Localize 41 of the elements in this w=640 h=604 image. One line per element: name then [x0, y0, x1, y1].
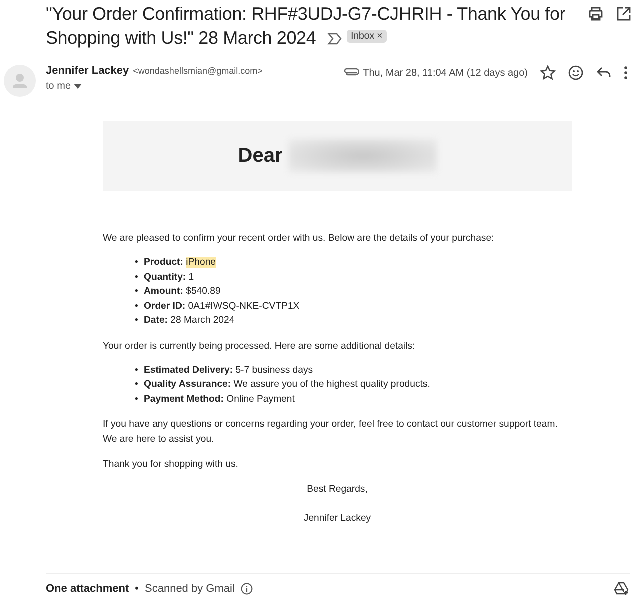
greeting-text: Dear — [238, 144, 283, 168]
inbox-label[interactable]: Inbox × — [346, 30, 387, 44]
scan-notice: Scanned by Gmail — [145, 583, 235, 595]
open-in-new-window-icon[interactable] — [616, 6, 632, 22]
separator-dot: • — [135, 583, 139, 595]
order-detail-item: Quantity: 1 — [144, 272, 194, 283]
info-icon[interactable] — [240, 583, 253, 595]
bullet-marker: • — [135, 300, 140, 314]
recipient-dropdown[interactable]: to me — [46, 81, 263, 92]
additional-detail-item: Quality Assurance: We assure you of the highest quality products. — [144, 379, 430, 390]
intro-text: We are pleased to confirm your recent order with us. Below are the details of your purchase: — [103, 232, 496, 246]
caret-icon[interactable] — [74, 84, 82, 90]
additional-detail-item: Estimated Delivery: 5-7 business days — [144, 364, 314, 376]
bullet-marker: • — [135, 378, 140, 392]
paperclip-icon — [343, 68, 360, 78]
more-options-icon[interactable] — [624, 65, 628, 82]
bullet-marker: • — [135, 270, 140, 285]
signature-text: Jennifer Lackey — [302, 512, 372, 526]
closing-text: Best Regards, — [306, 483, 369, 498]
sender-name: Jennifer Lackey — [46, 65, 130, 78]
email-date: Thu, Mar 28, 11:04 AM (12 days ago) — [363, 68, 528, 79]
additional-detail-item: Payment Method: Online Payment — [144, 394, 295, 405]
sender-email: <wondashellsmian@gmail.com> — [133, 66, 263, 76]
order-detail-item: Order ID: 0A1#IWSQ-NKE-CVTP1X — [144, 300, 300, 312]
print-icon[interactable] — [588, 6, 604, 22]
bullet-marker: • — [135, 314, 140, 328]
importance-marker-icon[interactable] — [326, 33, 343, 46]
bullet-marker: • — [135, 285, 140, 300]
order-detail-item: Amount: $540.89 — [144, 286, 221, 298]
bullet-marker: • — [135, 256, 140, 270]
thanks-text: Thank you for shopping with us. — [103, 458, 240, 472]
add-to-drive-icon[interactable] — [614, 582, 630, 596]
processing-text: Your order is currently being processed. Here are some additional details: — [103, 340, 416, 354]
star-icon[interactable] — [540, 65, 556, 82]
attachment-count: One attachment — [46, 583, 130, 595]
support-text: If you have any questions or concerns regarding your order, feel free to contact our customer support team. We are here to assist you. — [103, 418, 559, 448]
emoji-icon[interactable] — [568, 65, 584, 82]
order-detail-item: Product: iPhone — [144, 257, 216, 268]
order-detail-item: Date: 28 March 2024 — [144, 315, 235, 326]
bullet-marker: • — [135, 392, 140, 407]
bullet-marker: • — [135, 364, 140, 378]
